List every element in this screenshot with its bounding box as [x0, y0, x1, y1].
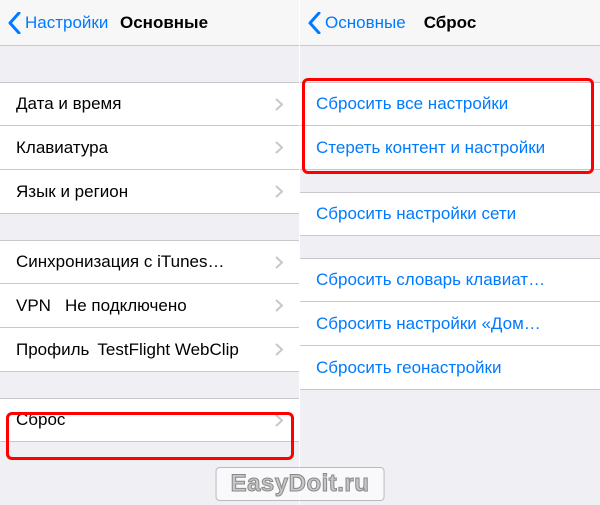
chevron-left-icon: [8, 12, 21, 34]
row-vpn[interactable]: VPN Не подключено: [0, 284, 299, 328]
back-label: Основные: [325, 13, 406, 33]
row-label: Синхронизация с iTunes…: [16, 252, 275, 272]
chevron-right-icon: [275, 185, 283, 198]
watermark: EasyDoit.ru: [216, 467, 385, 501]
row-value: TestFlight WebClip: [97, 340, 267, 360]
navbar-left: Настройки Основные: [0, 0, 299, 46]
action-label: Сбросить словарь клавиат…: [316, 270, 545, 290]
chevron-right-icon: [275, 343, 283, 356]
action-label: Сбросить все настройки: [316, 94, 508, 114]
chevron-right-icon: [275, 299, 283, 312]
action-label: Сбросить геонастройки: [316, 358, 502, 378]
back-button-left[interactable]: Настройки: [8, 12, 108, 34]
section-gap: [0, 214, 299, 240]
action-erase-content[interactable]: Стереть контент и настройки: [300, 126, 600, 170]
section-gap: [300, 46, 600, 82]
action-reset-location[interactable]: Сбросить геонастройки: [300, 346, 600, 390]
list-group-3: Сброс: [0, 398, 299, 442]
section-gap: [300, 236, 600, 258]
reset-group-3: Сбросить словарь клавиат… Сбросить настр…: [300, 258, 600, 390]
section-gap: [0, 46, 299, 82]
chevron-right-icon: [275, 98, 283, 111]
action-label: Стереть контент и настройки: [316, 138, 545, 158]
row-itunes-sync[interactable]: Синхронизация с iTunes…: [0, 240, 299, 284]
row-label: Сброс: [16, 410, 275, 430]
row-label: Клавиатура: [16, 138, 275, 158]
row-keyboard[interactable]: Клавиатура: [0, 126, 299, 170]
chevron-left-icon: [308, 12, 321, 34]
row-label: Профиль: [16, 340, 89, 360]
row-date-time[interactable]: Дата и время: [0, 82, 299, 126]
chevron-right-icon: [275, 414, 283, 427]
action-reset-keyboard-dict[interactable]: Сбросить словарь клавиат…: [300, 258, 600, 302]
action-reset-home[interactable]: Сбросить настройки «Дом…: [300, 302, 600, 346]
row-label: Дата и время: [16, 94, 275, 114]
list-group-1: Дата и время Клавиатура Язык и регион: [0, 82, 299, 214]
section-gap: [300, 170, 600, 192]
back-button-right[interactable]: Основные: [308, 12, 406, 34]
list-group-2: Синхронизация с iTunes… VPN Не подключен…: [0, 240, 299, 372]
row-reset[interactable]: Сброс: [0, 398, 299, 442]
section-gap: [0, 372, 299, 398]
action-reset-network[interactable]: Сбросить настройки сети: [300, 192, 600, 236]
back-label: Настройки: [25, 13, 108, 33]
reset-group-1: Сбросить все настройки Стереть контент и…: [300, 82, 600, 170]
chevron-right-icon: [275, 141, 283, 154]
row-profile[interactable]: Профиль TestFlight WebClip: [0, 328, 299, 372]
action-label: Сбросить настройки «Дом…: [316, 314, 541, 334]
row-language-region[interactable]: Язык и регион: [0, 170, 299, 214]
action-reset-all-settings[interactable]: Сбросить все настройки: [300, 82, 600, 126]
row-value: Не подключено: [65, 296, 267, 316]
reset-group-2: Сбросить настройки сети: [300, 192, 600, 236]
row-label: Язык и регион: [16, 182, 275, 202]
row-label: VPN: [16, 296, 51, 316]
action-label: Сбросить настройки сети: [316, 204, 516, 224]
chevron-right-icon: [275, 256, 283, 269]
navbar-right: Основные Сброс: [300, 0, 600, 46]
